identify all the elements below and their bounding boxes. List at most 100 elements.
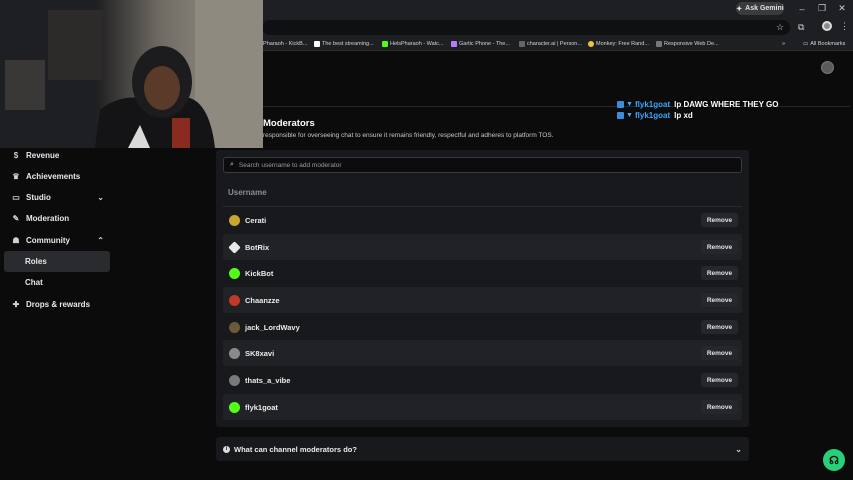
- moderator-name: flyk1goat: [245, 402, 278, 412]
- gartic-favicon-icon: [451, 41, 457, 47]
- verified-badge-icon: ▼: [626, 112, 633, 119]
- moderator-name: thats_a_vibe: [245, 375, 291, 385]
- chevron-up-icon: ⌃: [97, 236, 104, 245]
- remove-button[interactable]: Remove: [701, 400, 738, 414]
- sidebar-item-label: Studio: [26, 193, 51, 202]
- ask-gemini-button[interactable]: ✦ Ask Gemini: [736, 2, 784, 15]
- monkey-favicon-icon: [588, 41, 594, 47]
- remove-button[interactable]: Remove: [701, 320, 738, 334]
- bookmark-item[interactable]: Responsive Web De...: [656, 41, 719, 47]
- page-title: Moderators: [263, 118, 315, 129]
- sidebar-item-roles[interactable]: Roles: [4, 251, 110, 272]
- all-bookmarks-button[interactable]: ▭ All Bookmarks: [803, 41, 845, 47]
- chat-message: ▼ flyk1goat lp DAWG WHERE THEY GO: [617, 100, 778, 109]
- bookmark-star-icon[interactable]: ☆: [776, 22, 784, 33]
- close-icon[interactable]: ✕: [832, 2, 852, 15]
- all-bookmarks-label: All Bookmarks: [810, 41, 846, 47]
- avatar: [228, 240, 241, 254]
- remove-button[interactable]: Remove: [701, 293, 738, 307]
- chat-text: lp DAWG WHERE THEY GO: [674, 100, 779, 109]
- sidebar-item-label: Community: [26, 236, 70, 245]
- moderator-name: KickBot: [245, 268, 274, 278]
- verified-badge-icon: ▼: [626, 101, 633, 108]
- username-column-header: Username: [228, 188, 267, 197]
- restore-icon[interactable]: ❐: [812, 2, 832, 15]
- browser-menu-icon[interactable]: ⋮: [840, 21, 849, 32]
- dollar-icon: $: [13, 151, 19, 160]
- bookmark-label: dPharaoh - KickB...: [260, 41, 308, 47]
- search-input[interactable]: ⌕ Search username to add moderator: [223, 157, 742, 173]
- remove-button[interactable]: Remove: [701, 240, 738, 254]
- headset-icon: ☊: [829, 454, 839, 467]
- faq-label: What can channel moderators do?: [234, 444, 357, 454]
- bookmark-item[interactable]: HelsPharaoh - Watc...: [382, 41, 444, 47]
- sidebar-item-label: Chat: [25, 278, 43, 287]
- characterai-favicon-icon: [519, 41, 525, 47]
- sidebar-item-chat[interactable]: Chat: [4, 272, 110, 293]
- sidebar-item-label: Achievements: [26, 172, 81, 181]
- gemini-icon: ✦: [736, 5, 743, 13]
- avatar: [229, 214, 240, 226]
- remove-button[interactable]: Remove: [701, 346, 738, 360]
- sidebar-item-studio[interactable]: ▭ Studio ⌄: [4, 187, 110, 208]
- webcam-overlay: [0, 0, 263, 148]
- webcam-image: [0, 0, 263, 148]
- bookmark-favicon-icon: [314, 41, 320, 47]
- faq-accordion[interactable]: i What can channel moderators do? ⌄: [216, 437, 749, 461]
- sidebar-item-label: Drops & rewards: [26, 300, 91, 309]
- moderator-name: SK8xavi: [245, 348, 275, 358]
- sidebar-item-community[interactable]: ☗ Community ⌃: [4, 230, 110, 251]
- address-bar[interactable]: [262, 20, 790, 35]
- remove-button[interactable]: Remove: [701, 266, 738, 280]
- avatar: [229, 267, 240, 279]
- avatar: [229, 321, 240, 333]
- table-row: flyk1goat Remove: [223, 394, 742, 420]
- help-button[interactable]: ☊: [823, 449, 845, 471]
- table-row: Chaanzze Remove: [223, 287, 742, 313]
- extensions-icon[interactable]: ⧉: [798, 22, 804, 33]
- chevron-down-icon: ⌄: [97, 193, 104, 202]
- bookmark-label: Monkey: Free Rand...: [596, 41, 649, 47]
- sidebar-item-achievements[interactable]: ♛ Achievements: [4, 166, 110, 187]
- table-row: KickBot Remove: [223, 260, 742, 286]
- bookmark-label: The best streaming...: [322, 41, 374, 47]
- minimize-icon[interactable]: –: [792, 2, 812, 15]
- chevron-down-icon: ⌄: [735, 444, 742, 454]
- folder-icon: ▭: [803, 41, 809, 47]
- avatar: [229, 347, 240, 359]
- kick-favicon-icon: [382, 41, 388, 47]
- bookmark-item[interactable]: Monkey: Free Rand...: [588, 41, 649, 47]
- chat-text: lp xd: [674, 111, 693, 120]
- table-row: jack_LordWavy Remove: [223, 314, 742, 340]
- chat-username: flyk1goat: [635, 111, 671, 120]
- table-row: SK8xavi Remove: [223, 340, 742, 366]
- chat-message: ▼ flyk1goat lp xd: [617, 111, 693, 120]
- profile-avatar[interactable]: [822, 21, 832, 31]
- user-avatar[interactable]: [821, 61, 834, 74]
- bookmark-label: HelsPharaoh - Watc...: [390, 41, 444, 47]
- sidebar-item-revenue[interactable]: $ Revenue: [4, 145, 110, 166]
- ask-gemini-label: Ask Gemini: [745, 5, 784, 12]
- bookmark-item[interactable]: The best streaming...: [314, 41, 374, 47]
- bookmarks-overflow-icon[interactable]: »: [782, 41, 785, 47]
- info-icon: i: [223, 445, 230, 453]
- wrench-icon: ✎: [12, 214, 20, 223]
- moderator-name: BotRix: [245, 242, 270, 252]
- bookmark-item[interactable]: dPharaoh - KickB...: [260, 41, 307, 47]
- moderator-name: jack_LordWavy: [245, 322, 300, 332]
- trophy-icon: ♛: [12, 172, 20, 181]
- remove-button[interactable]: Remove: [701, 373, 738, 387]
- bookmark-label: Responsive Web De...: [664, 41, 719, 47]
- remove-button[interactable]: Remove: [701, 213, 738, 227]
- badge-icon: [617, 101, 624, 108]
- avatar: [229, 294, 240, 306]
- page-description: responsible for overseeing chat to ensur…: [263, 132, 554, 139]
- bookmark-item[interactable]: character.ai | Person...: [519, 41, 582, 47]
- sidebar-item-label: Roles: [25, 257, 47, 266]
- bookmark-item[interactable]: Gartic Phone - The...: [451, 41, 510, 47]
- bookmark-label: Gartic Phone - The...: [459, 41, 510, 47]
- table-row: thats_a_vibe Remove: [223, 367, 742, 393]
- sidebar-item-drops-rewards[interactable]: ✚ Drops & rewards: [4, 294, 110, 315]
- sidebar-item-moderation[interactable]: ✎ Moderation: [4, 208, 110, 229]
- table-row: Cerati Remove: [223, 207, 742, 233]
